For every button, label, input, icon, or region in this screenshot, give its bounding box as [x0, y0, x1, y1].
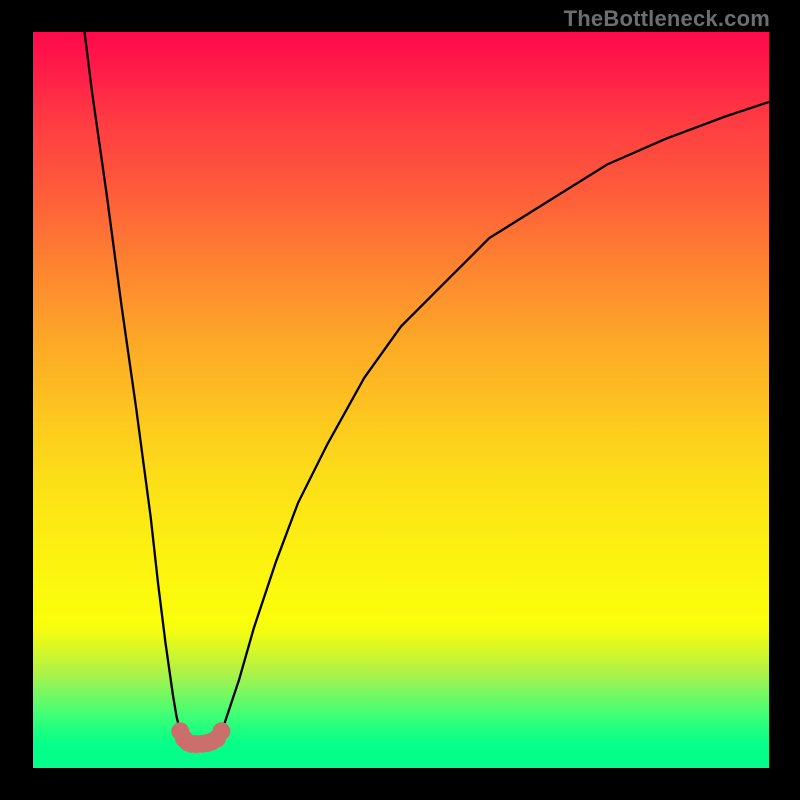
- marker-dot: [212, 722, 230, 740]
- chart-frame: TheBottleneck.com: [0, 0, 800, 800]
- series-left-branch: [85, 32, 192, 744]
- chart-svg: [33, 32, 769, 768]
- plot-area: [33, 32, 769, 768]
- series-right-branch: [210, 102, 769, 744]
- valley-markers: [171, 722, 230, 753]
- watermark-text: TheBottleneck.com: [564, 6, 770, 32]
- curve-lines: [85, 32, 769, 744]
